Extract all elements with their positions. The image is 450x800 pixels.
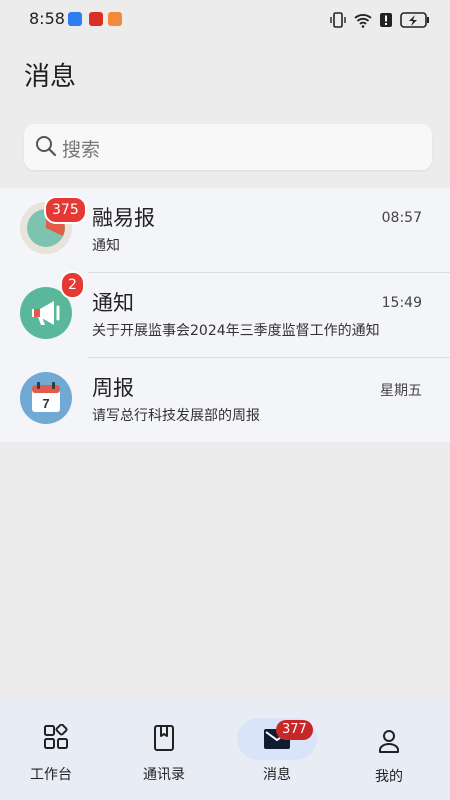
nav-label: 消息 xyxy=(263,767,291,783)
message-item-rongyibao[interactable]: 375 融易报 08:57 通知 xyxy=(0,188,450,272)
messages-unread-badge: 377 xyxy=(276,720,313,740)
message-time: 星期五 xyxy=(380,383,422,399)
message-name: 融易报 xyxy=(92,206,155,230)
nav-messages[interactable]: 消息 xyxy=(221,700,333,800)
message-item-weekly[interactable]: 7 周报 星期五 请写总行科技发展部的周报 xyxy=(20,357,450,442)
status-icons xyxy=(330,12,430,28)
message-time: 15:49 xyxy=(381,295,422,311)
unread-badge: 375 xyxy=(44,196,87,224)
search-icon xyxy=(36,136,57,157)
nav-label: 我的 xyxy=(375,769,403,785)
calendar-icon: 7 xyxy=(32,382,60,412)
nav-profile[interactable]: 我的 xyxy=(333,700,445,800)
message-time: 08:57 xyxy=(381,210,422,226)
person-icon xyxy=(379,730,399,753)
message-preview: 通知 xyxy=(92,238,120,254)
message-preview: 请写总行科技发展部的周报 xyxy=(92,408,260,424)
contacts-book-icon xyxy=(154,725,174,751)
chat-app-icon xyxy=(108,12,122,26)
message-name: 通知 xyxy=(92,291,134,315)
search-input[interactable]: 搜索 xyxy=(24,124,432,170)
grid-icon xyxy=(44,724,68,749)
message-name: 周报 xyxy=(92,376,134,400)
vibrate-icon xyxy=(330,12,346,28)
wifi-icon xyxy=(354,14,372,28)
nav-label: 通讯录 xyxy=(143,767,185,783)
svg-text:7: 7 xyxy=(42,396,49,411)
page-title: 消息 xyxy=(24,62,77,92)
alert-icon xyxy=(380,13,392,27)
status-time: 8:58 xyxy=(29,9,65,28)
battery-charging-icon xyxy=(400,12,429,28)
nav-workbench[interactable]: 工作台 xyxy=(0,700,112,800)
nav-contacts[interactable]: 通讯录 xyxy=(108,700,220,800)
link-app-icon xyxy=(68,12,82,26)
weekly-avatar: 7 xyxy=(20,372,72,424)
nav-label: 工作台 xyxy=(30,767,72,783)
unread-badge: 2 xyxy=(60,271,85,299)
search-placeholder: 搜索 xyxy=(62,139,101,161)
message-list: 375 融易报 08:57 通知 2 通知 15:49 关于开展监事会2024年… xyxy=(0,188,450,442)
message-preview: 关于开展监事会2024年三季度监督工作的通知 xyxy=(92,323,380,339)
message-item-notice[interactable]: 2 通知 15:49 关于开展监事会2024年三季度监督工作的通知 xyxy=(20,271,450,357)
status-bar: 8:58 xyxy=(0,0,450,40)
red-app-icon xyxy=(89,12,103,26)
